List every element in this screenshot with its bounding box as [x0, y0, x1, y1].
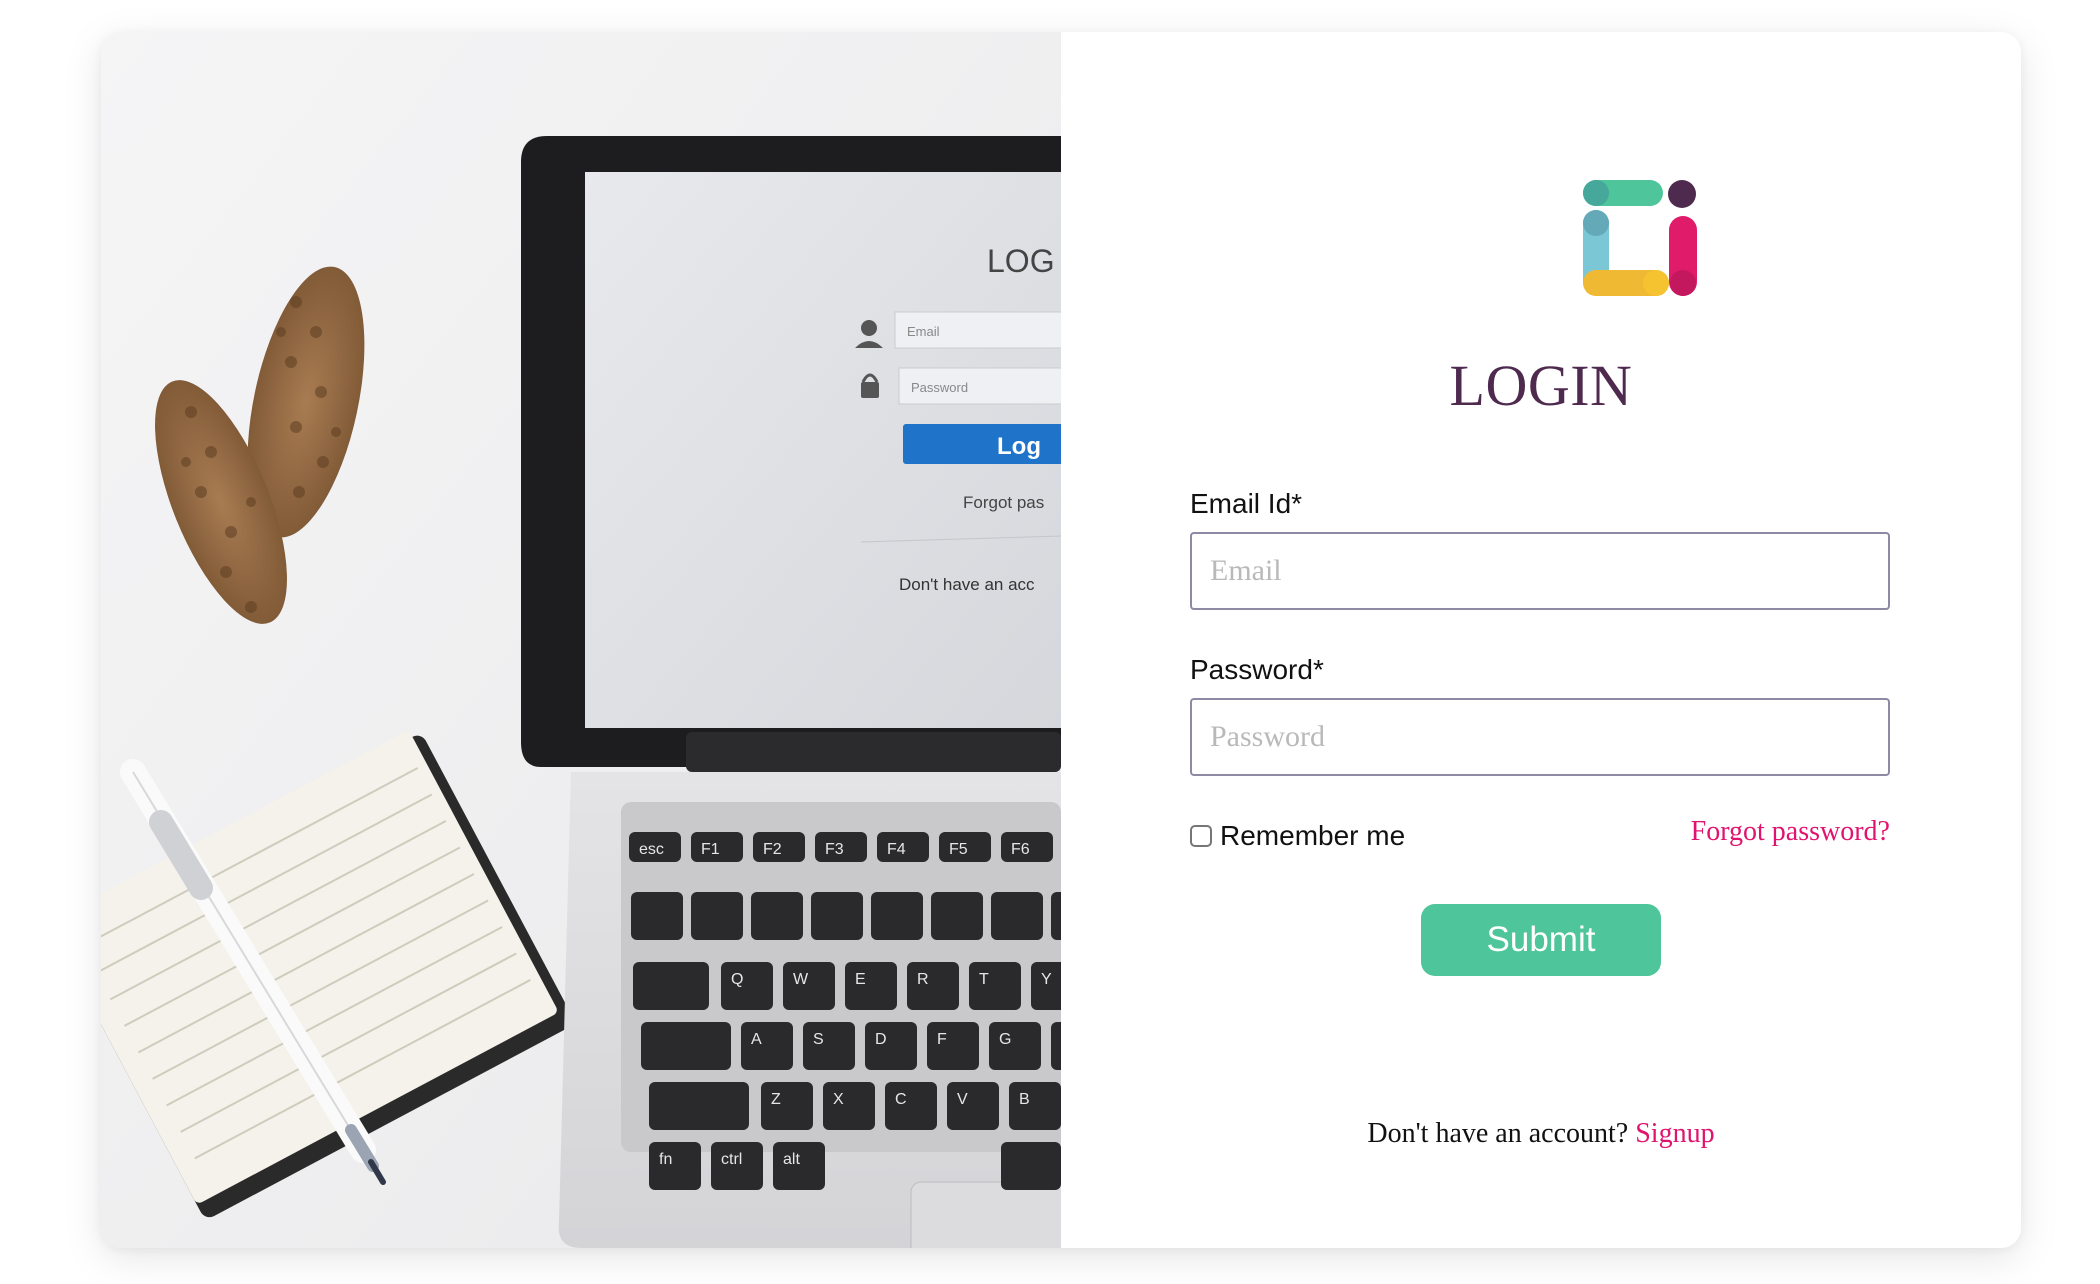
svg-text:Password: Password: [911, 380, 968, 395]
remember-me-label: Remember me: [1220, 820, 1406, 851]
keyboard-key: [1001, 1142, 1061, 1190]
brand-logo-icon: [1583, 180, 1697, 296]
password-input[interactable]: [1190, 698, 1890, 776]
keyboard-key-label: F6: [1011, 841, 1030, 858]
keyboard-key: Q: [721, 962, 773, 1010]
keyboard-key: [631, 892, 683, 940]
keyboard-key: A: [741, 1022, 793, 1070]
keyboard-key-label: esc: [639, 841, 664, 858]
keyboard-key: T: [969, 962, 1021, 1010]
keyboard-key-label: Q: [731, 971, 743, 988]
submit-button[interactable]: Submit: [1421, 904, 1661, 976]
keyboard-key-label: V: [957, 1091, 968, 1108]
keyboard-key: H: [1051, 1022, 1061, 1070]
keyboard-key-label: F5: [949, 841, 968, 858]
keyboard-key: C: [885, 1082, 937, 1130]
forgot-password-link[interactable]: Forgot password?: [1691, 816, 1890, 848]
keyboard-key: F: [927, 1022, 979, 1070]
keyboard-key-label: T: [979, 971, 989, 988]
keyboard-key-label: D: [875, 1031, 887, 1048]
keyboard-key-label: A: [751, 1031, 762, 1048]
svg-text:Don't have an acc: Don't have an acc: [899, 575, 1035, 594]
logo-dot: [1668, 180, 1696, 208]
login-panel: LOGIN Email Id* Password* Remember me Fo…: [1061, 32, 2021, 1248]
password-label: Password*: [1190, 654, 1324, 685]
keyboard-key: D: [865, 1022, 917, 1070]
svg-text:Forgot pas: Forgot pas: [963, 493, 1044, 512]
svg-text:Email: Email: [907, 324, 940, 339]
keyboard-key: E: [845, 962, 897, 1010]
signup-prompt: Don't have an account? Signup: [1061, 1118, 2021, 1150]
keyboard-key: R: [907, 962, 959, 1010]
keyboard-key-label: S: [813, 1031, 824, 1048]
keyboard-key: esc: [629, 832, 681, 862]
remember-me-checkbox[interactable]: [1190, 825, 1212, 847]
keyboard-key: [871, 892, 923, 940]
keyboard-key-label: F: [937, 1031, 947, 1048]
screen-title: LOG: [987, 243, 1055, 279]
keyboard-key: Y: [1031, 962, 1061, 1010]
keyboard-key: F5: [939, 832, 991, 862]
email-input[interactable]: [1190, 532, 1890, 610]
keyboard-key-label: Z: [771, 1091, 781, 1108]
keyboard-key-label: C: [895, 1091, 907, 1108]
keyboard-key: F4: [877, 832, 929, 862]
keyboard-key-label: F3: [825, 841, 844, 858]
keyboard-key-label: X: [833, 1091, 844, 1108]
signup-prompt-text: Don't have an account?: [1367, 1118, 1629, 1149]
keyboard-key: [649, 1082, 749, 1130]
keyboard-key-label: ctrl: [721, 1151, 742, 1168]
signup-link[interactable]: Signup: [1635, 1118, 1714, 1149]
keyboard-key: [991, 892, 1043, 940]
keyboard-key: Z: [761, 1082, 813, 1130]
keyboard-key: X: [823, 1082, 875, 1130]
keyboard-key-label: F1: [701, 841, 720, 858]
keyboard-key: [811, 892, 863, 940]
page-title: LOGIN: [1449, 353, 1633, 418]
keyboard-key-label: F2: [763, 841, 782, 858]
keyboard-key: B: [1009, 1082, 1061, 1130]
keyboard-key-label: B: [1019, 1091, 1030, 1108]
keyboard-key: [691, 892, 743, 940]
keyboard-key: [641, 1022, 731, 1070]
keyboard-key: F3: [815, 832, 867, 862]
email-label: Email Id*: [1190, 488, 1303, 519]
hero-photo: LOG Email Password Log Forgot pas Don't …: [101, 32, 1061, 1248]
keyboard-key-label: W: [793, 971, 809, 988]
keyboard-key-label: G: [999, 1031, 1011, 1048]
keyboard-key: F1: [691, 832, 743, 862]
keyboard-key-label: alt: [783, 1151, 800, 1168]
keyboard-key-label: Y: [1041, 971, 1052, 988]
keyboard-key: G: [989, 1022, 1041, 1070]
keyboard-key: fn: [649, 1142, 701, 1190]
svg-text:Log: Log: [997, 433, 1041, 460]
laptop: [521, 136, 1061, 1248]
keyboard-key: F2: [753, 832, 805, 862]
keyboard-key-label: F4: [887, 841, 906, 858]
keyboard-key: W: [783, 962, 835, 1010]
keyboard-key: F6: [1001, 832, 1053, 862]
laptop-desk-illustration: LOG Email Password Log Forgot pas Don't …: [101, 32, 1061, 1248]
keyboard-key: S: [803, 1022, 855, 1070]
remember-me-control[interactable]: Remember me: [1190, 820, 1405, 852]
keyboard-key-label: R: [917, 971, 929, 988]
keyboard-key: alt: [773, 1142, 825, 1190]
keyboard-key-label: fn: [659, 1151, 672, 1168]
keyboard-key: [751, 892, 803, 940]
keyboard-key-label: E: [855, 971, 866, 988]
keyboard-key: [931, 892, 983, 940]
keyboard-key: [1051, 892, 1061, 940]
keyboard-key: V: [947, 1082, 999, 1130]
keyboard-key: ctrl: [711, 1142, 763, 1190]
keyboard-key: [633, 962, 709, 1010]
login-card: LOG Email Password Log Forgot pas Don't …: [101, 32, 2021, 1248]
